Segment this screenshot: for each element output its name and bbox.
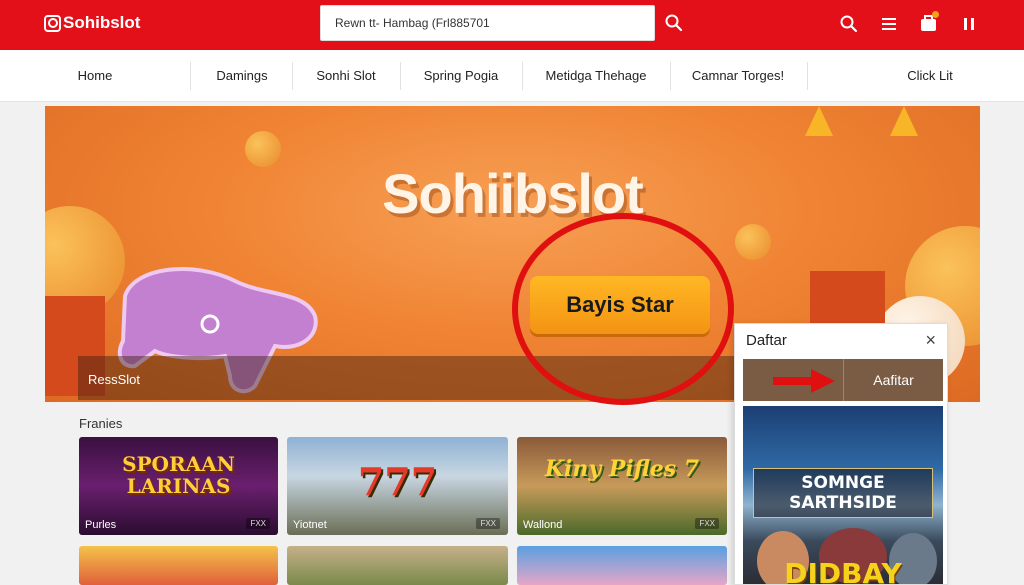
nav-item-camnar-torges[interactable]: Camnar Torges! xyxy=(677,50,799,102)
game-tile-tag: FXX xyxy=(476,518,500,529)
top-bar: Sohibslot xyxy=(0,0,1024,50)
game-tile-label: Yiotnet xyxy=(293,519,327,531)
menu-icon[interactable] xyxy=(878,13,900,35)
game-tile[interactable]: 777 Yiotnet FXX xyxy=(287,437,508,535)
main-nav: Home Damings Sonhi Slot Spring Pogia Met… xyxy=(0,50,1024,102)
nav-divider xyxy=(670,62,671,90)
nav-divider xyxy=(292,62,293,90)
nav-item-metidga-thehage[interactable]: Metidga Thehage xyxy=(530,50,662,102)
banner-title: Sohiibslot xyxy=(382,162,644,225)
game-tile[interactable]: Kiny Pifles 7 Wallond FXX xyxy=(517,437,727,535)
popup-tab-left[interactable] xyxy=(743,359,841,401)
pause-icon[interactable] xyxy=(958,13,980,35)
game-tile[interactable] xyxy=(287,546,508,585)
nav-divider xyxy=(400,62,401,90)
game-tile[interactable] xyxy=(517,546,727,585)
game-tile-art: 777 xyxy=(357,459,438,504)
site-logo[interactable]: Sohibslot xyxy=(44,13,140,33)
game-tile-art: SPORAAN LARINAS xyxy=(122,452,235,498)
notification-badge xyxy=(932,11,939,18)
nav-item-home[interactable]: Home xyxy=(60,50,130,102)
nav-divider xyxy=(190,62,191,90)
banner-caption: RessSlot xyxy=(88,372,141,387)
banner-caption-bar xyxy=(78,356,778,400)
promo-bottom-text: DIDBAY xyxy=(784,557,902,585)
register-tab[interactable]: Aafitar xyxy=(843,359,943,401)
game-tile[interactable]: SPORAAN LARINAS Purles FXX xyxy=(79,437,278,535)
nav-divider xyxy=(807,62,808,90)
register-popup: Daftar × Aafitar SOMNGE SARTHSIDE DIDBAY xyxy=(734,323,948,585)
nav-item-damings[interactable]: Damings xyxy=(197,50,287,102)
game-tile[interactable] xyxy=(79,546,278,585)
decor-ball xyxy=(735,224,771,260)
popup-title: Daftar xyxy=(746,332,787,349)
search-icon[interactable] xyxy=(663,12,685,34)
decor-cone xyxy=(890,106,918,136)
section-title: Franies xyxy=(79,416,123,431)
nav-item-sonhi-slot[interactable]: Sonhi Slot xyxy=(300,50,392,102)
game-tile-tag: FXX xyxy=(246,518,270,529)
game-tile-art: Kiny Pifles 7 xyxy=(544,456,700,482)
search-icon[interactable] xyxy=(838,13,860,35)
start-button[interactable]: Bayis Star xyxy=(530,276,710,334)
notification-icon[interactable] xyxy=(918,11,940,35)
game-tile-label: Purles xyxy=(85,519,117,531)
logo-icon xyxy=(44,14,61,32)
logo-text: Sohibslot xyxy=(63,13,141,32)
game-tile-tag: FXX xyxy=(695,518,719,529)
nav-item-click-lit[interactable]: Click Lit xyxy=(890,50,970,102)
game-tile-label: Wallond xyxy=(523,519,563,531)
popup-tabs: Aafitar xyxy=(743,359,943,401)
promo-banner[interactable]: SOMNGE SARTHSIDE DIDBAY xyxy=(743,406,943,585)
close-icon[interactable]: × xyxy=(925,330,936,351)
arrow-right-icon xyxy=(773,369,835,393)
nav-divider xyxy=(522,62,523,90)
search-input[interactable] xyxy=(320,5,655,41)
nav-item-spring-pogia[interactable]: Spring Pogia xyxy=(408,50,514,102)
decor-cone xyxy=(805,106,833,136)
